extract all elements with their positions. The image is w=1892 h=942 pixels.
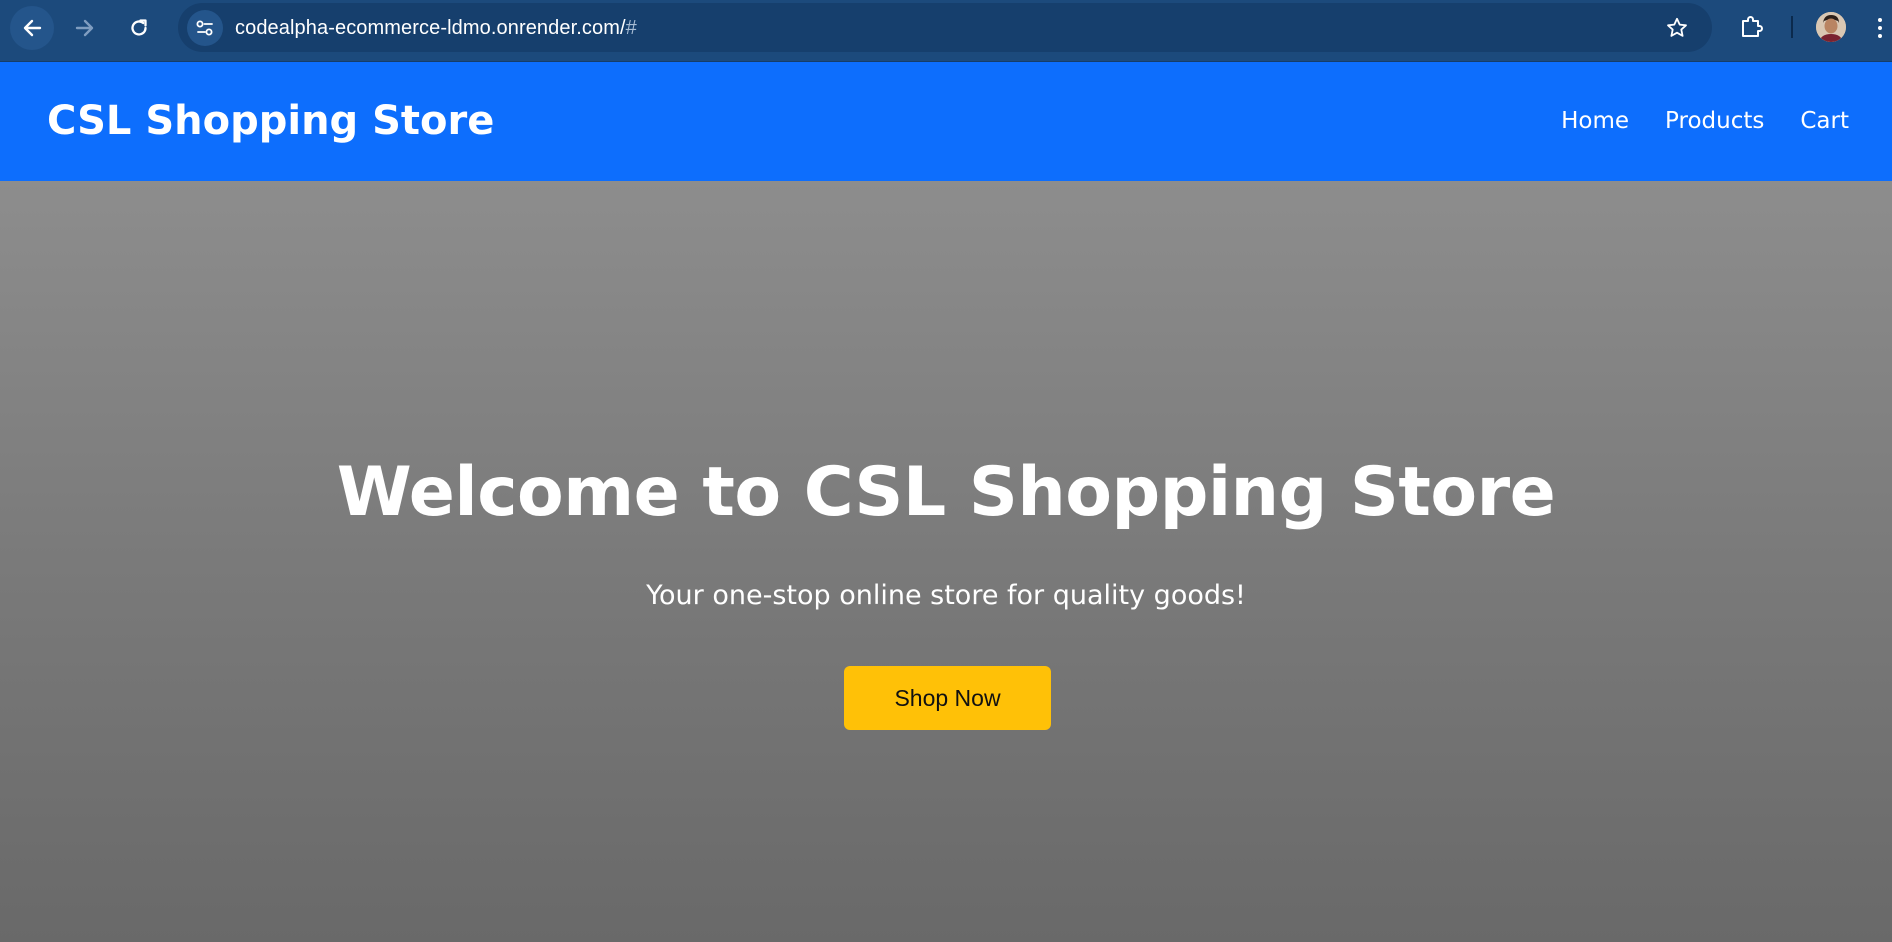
site-info-button[interactable] bbox=[187, 10, 223, 46]
avatar-image bbox=[1816, 12, 1846, 42]
nav-link-cart[interactable]: Cart bbox=[1800, 108, 1849, 134]
site-header: CSL Shopping Store Home Products Cart bbox=[0, 62, 1892, 181]
bookmark-button[interactable] bbox=[1662, 13, 1692, 43]
address-bar[interactable]: codealpha-ecommerce-ldmo.onrender.com/# bbox=[178, 3, 1712, 52]
nav-link-products[interactable]: Products bbox=[1665, 108, 1764, 134]
reload-button[interactable] bbox=[117, 6, 161, 50]
menu-dot bbox=[1878, 26, 1882, 30]
menu-dot bbox=[1878, 18, 1882, 22]
arrow-left-icon bbox=[23, 19, 42, 37]
menu-dot bbox=[1878, 34, 1882, 38]
profile-avatar[interactable] bbox=[1816, 12, 1846, 42]
puzzle-icon bbox=[1742, 16, 1763, 37]
url-text[interactable]: codealpha-ecommerce-ldmo.onrender.com/# bbox=[235, 17, 637, 40]
reload-icon bbox=[131, 19, 147, 36]
toolbar-divider bbox=[1791, 16, 1793, 38]
hero-section: Welcome to CSL Shopping Store Your one-s… bbox=[0, 181, 1892, 942]
arrow-right-icon bbox=[75, 19, 94, 37]
kebab-menu-button[interactable] bbox=[1872, 12, 1888, 44]
main-nav: Home Products Cart bbox=[1561, 108, 1849, 134]
nav-link-home[interactable]: Home bbox=[1561, 108, 1629, 134]
browser-toolbar: codealpha-ecommerce-ldmo.onrender.com/# bbox=[0, 0, 1892, 62]
url-main: codealpha-ecommerce-ldmo.onrender.com/ bbox=[235, 17, 626, 39]
url-hash: # bbox=[625, 17, 637, 39]
star-icon bbox=[1667, 17, 1687, 37]
hero-subtitle: Your one-stop online store for quality g… bbox=[646, 580, 1246, 611]
shop-now-button[interactable]: Shop Now bbox=[844, 666, 1051, 730]
hero-title: Welcome to CSL Shopping Store bbox=[336, 453, 1556, 532]
brand-logo-text[interactable]: CSL Shopping Store bbox=[47, 98, 494, 144]
tune-icon bbox=[196, 20, 213, 36]
forward-button[interactable] bbox=[63, 6, 107, 50]
back-button[interactable] bbox=[10, 6, 54, 50]
extensions-button[interactable] bbox=[1735, 10, 1769, 44]
